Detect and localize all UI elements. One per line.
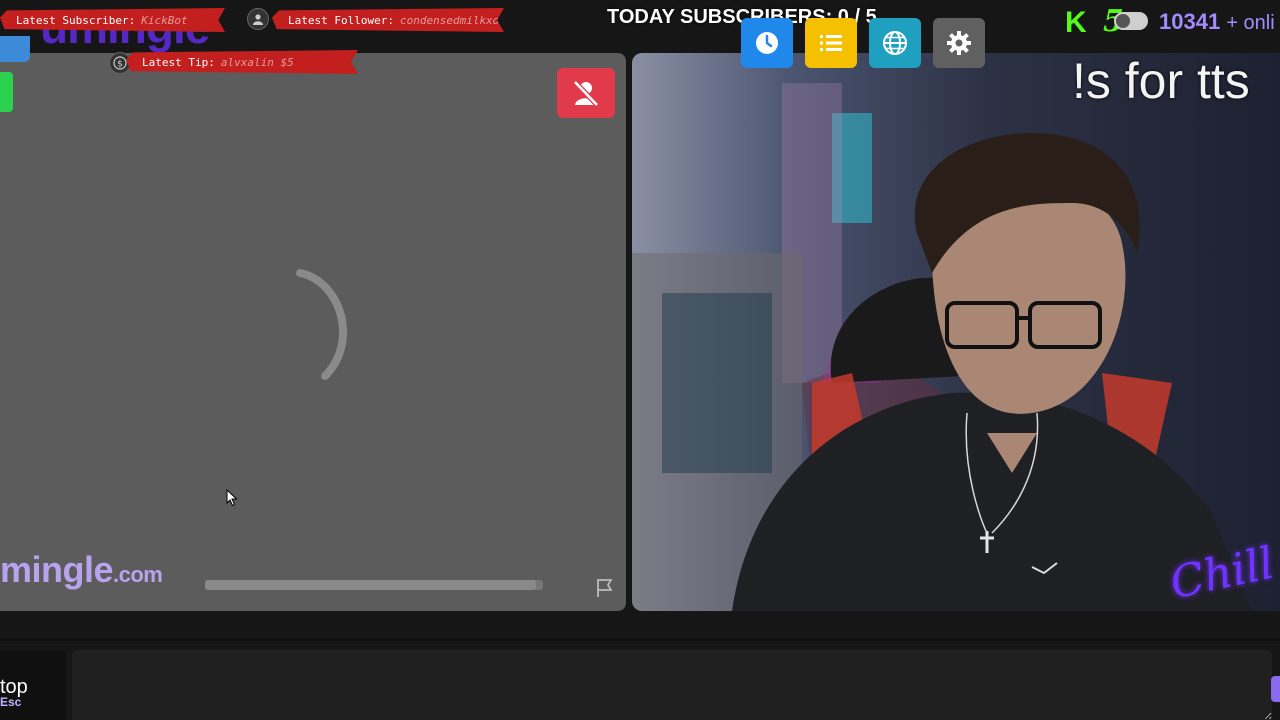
toggle-knob [1116,14,1130,28]
latest-tip-label: Latest Tip: [142,55,215,69]
list-button[interactable] [805,18,857,68]
online-count: 10341 + onli [1159,9,1275,35]
clock-icon [756,32,778,54]
list-icon [820,35,842,51]
latest-subscriber-value: KickBot [141,13,188,27]
globe-icon [883,31,907,55]
report-flag-icon[interactable] [594,577,616,599]
brand-tld: .com [113,562,163,587]
latest-follower-banner: Latest Follower: condensedmilkxo [272,8,504,32]
latest-follower-value: condensedmilkxo [399,13,500,27]
kick-logo: K [1065,6,1087,39]
user-icon [247,8,269,30]
stranger-video-pane: mingle.com [0,53,626,611]
globe-button[interactable] [869,18,921,68]
divider [0,638,1280,641]
webcam-feed-image [632,53,1280,611]
latest-subscriber-label: Latest Subscriber: [16,13,136,27]
site-brand: mingle.com [0,549,163,591]
blue-side-tab[interactable] [0,36,30,62]
latest-tip-value: alvxalin $5 [220,55,294,69]
brand-name: mingle [0,549,114,590]
history-button[interactable] [741,18,793,68]
mouse-cursor-icon [226,489,238,507]
self-webcam-pane [632,53,1280,611]
user-slash-icon [573,80,599,107]
loading-spinner-icon [296,269,347,380]
latest-tip-banner: Latest Tip: alvxalin $5 [126,50,358,74]
latest-subscriber-banner: Latest Subscriber: KickBot [0,8,225,32]
connection-progress-fill [205,580,537,590]
gear-icon [947,31,971,55]
app-window: mingle.com !s for tts Chill Latest Subsc… [0,0,1280,720]
chat-side-icon[interactable] [1271,676,1280,702]
stop-key-hint: Esc [0,695,22,709]
connection-progress-bar [205,580,543,590]
green-side-tab[interactable] [0,72,13,112]
mute-stranger-button[interactable] [557,68,615,118]
chat-input[interactable] [72,650,1272,720]
latest-follower-label: Latest Follower: [288,13,394,27]
mode-toggle[interactable] [1114,12,1148,30]
online-count-value: 10341 [1159,9,1221,34]
tts-hint-text: !s for tts [1072,53,1250,109]
svg-text:$: $ [117,60,123,70]
settings-button[interactable] [933,18,985,68]
online-suffix: + onli [1226,12,1275,34]
